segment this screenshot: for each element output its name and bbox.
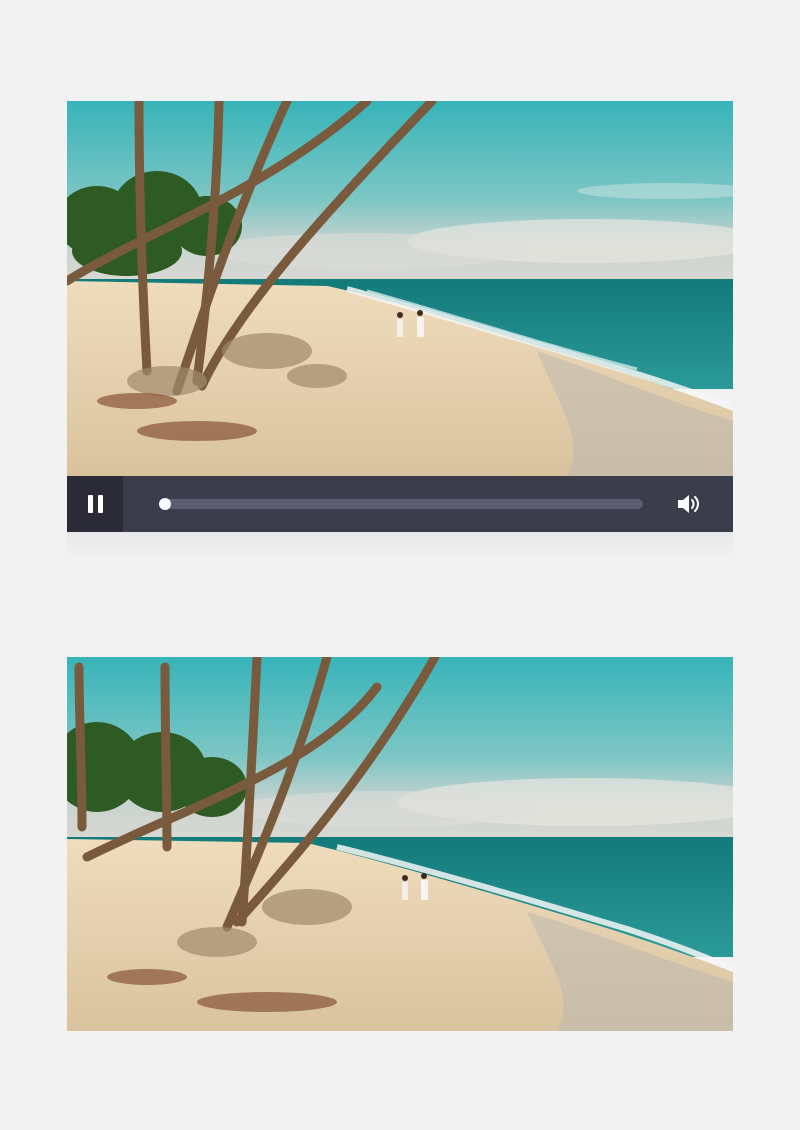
pause-button[interactable] [67,476,123,532]
page [0,0,800,1130]
progress-bar[interactable] [159,498,643,510]
video-player[interactable] [67,101,733,560]
pause-icon-bar [97,495,103,513]
progress-track[interactable] [159,499,643,509]
speaker-volume-icon [678,495,699,513]
beach-video-image [67,101,733,476]
video-frame[interactable] [67,101,733,476]
reflection-surface [67,532,733,560]
controls-reflection [67,532,733,560]
volume-button[interactable] [675,490,703,518]
preview-image [67,657,733,1031]
video-controls [67,476,733,532]
beach-still-image [67,657,733,1031]
pause-icon [87,495,93,513]
progress-handle[interactable] [159,498,171,510]
